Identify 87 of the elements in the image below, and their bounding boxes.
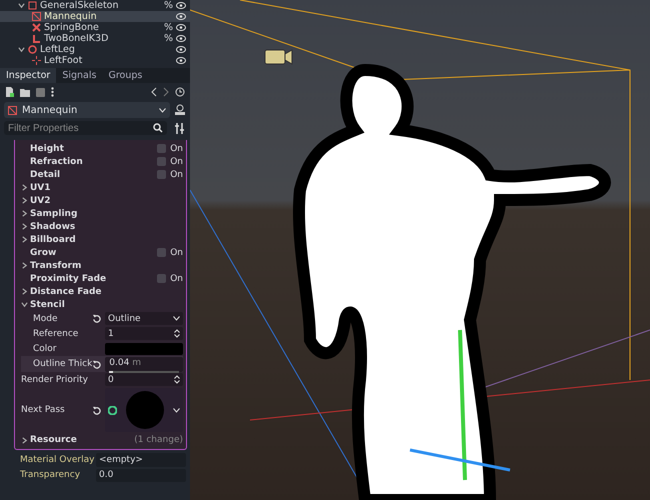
tree-item[interactable]: Mannequin [0,11,190,22]
property-label: Material Overlay [20,455,96,465]
property-label: Grow [30,248,58,258]
checkbox-label: On [170,156,183,166]
new-file-icon[interactable] [5,87,14,97]
eye-icon[interactable] [176,13,186,20]
tab[interactable]: Signals [56,68,102,83]
property-label: Proximity Fade [30,274,108,284]
revert-icon[interactable] [92,360,102,368]
docs-icon[interactable] [174,104,186,116]
sort-icon[interactable] [175,122,185,134]
number-field[interactable]: 1 [105,327,183,340]
number-field[interactable]: 0 [105,373,183,386]
forward-icon[interactable] [163,87,169,97]
filter-field[interactable]: Filter Properties [4,121,167,135]
property-label: Transparency [20,470,82,480]
spring-icon [32,23,41,32]
chevron-icon [173,408,180,412]
stepper-icon [174,329,180,338]
property-label: Render Priority [21,374,89,384]
property-label: Color [33,344,58,354]
mesh-icon [8,106,17,114]
property-label: Height [30,144,65,154]
resource-picker[interactable]: <empty> [96,453,186,467]
back-icon[interactable] [151,87,157,97]
checkbox-label: On [170,274,183,284]
revert-icon[interactable] [92,406,101,414]
tree-item[interactable]: GeneralSkeleton % [0,0,190,11]
eye-icon[interactable] [176,35,186,42]
tree-item[interactable]: TwoBoneIK3D % [0,33,190,44]
material-preview [126,391,164,429]
mesh-icon [32,12,41,21]
property-label: Distance Fade [30,286,103,296]
checkbox-label: On [170,248,183,258]
crosshair-icon [32,56,41,65]
checkbox[interactable] [157,248,166,257]
eye-icon[interactable] [176,46,186,53]
save-icon[interactable] [36,88,45,96]
shader-icon [108,406,117,414]
property-label: Shadows [30,222,76,232]
tree-item[interactable]: SpringBone % [0,22,190,33]
property-label: Stencil [30,300,66,310]
property-label: Outline Thick [33,359,92,369]
history-icon[interactable] [175,87,185,97]
chevron-icon [173,316,180,321]
property-label: Detail [30,170,62,180]
joint-icon [32,34,41,43]
viewport-scene-drawing[interactable] [190,0,650,500]
checkbox[interactable] [157,170,166,179]
property-label: Billboard [30,234,77,244]
eye-icon[interactable] [176,24,186,31]
checkbox[interactable] [157,157,166,166]
property-label: Mode [33,314,59,324]
property-label: Refraction [30,156,84,166]
unique-name-symbol: % [164,33,173,44]
eye-icon[interactable] [176,57,186,64]
revert-icon[interactable] [92,314,101,323]
property-label: Sampling [30,208,78,218]
checkbox[interactable] [157,144,166,153]
folder-icon[interactable] [20,88,30,96]
chevron-icon [159,108,166,112]
property-label: UV1 [30,182,52,192]
color-swatch[interactable] [105,342,183,354]
unique-name-symbol: % [164,22,173,33]
object-selector[interactable]: Mannequin [4,102,170,118]
eye-icon[interactable] [176,2,186,9]
change-count: (1 change) [134,435,183,445]
dropdown[interactable]: Outline [105,312,183,325]
skeleton-icon [28,1,37,10]
circle-icon [28,45,37,54]
tree-item[interactable]: LeftFoot [0,55,190,66]
property-label: UV2 [30,196,52,206]
property-label: Transform [30,260,82,270]
tree-item[interactable]: LeftLeg [0,44,190,55]
checkbox-label: On [170,144,183,154]
property-label: Reference [33,328,80,338]
property-label: Resource [30,435,78,445]
number-field[interactable]: 0.0 [96,468,186,482]
camera-icon [264,49,292,65]
property-label: Next Pass [21,405,66,415]
tab[interactable]: Inspector [0,68,56,83]
stepper-icon [174,375,180,384]
checkbox[interactable] [157,274,166,283]
tab[interactable]: Groups [102,68,148,83]
more-icon[interactable] [51,87,54,97]
unique-name-symbol: % [164,0,173,11]
checkbox-label: On [170,170,183,180]
